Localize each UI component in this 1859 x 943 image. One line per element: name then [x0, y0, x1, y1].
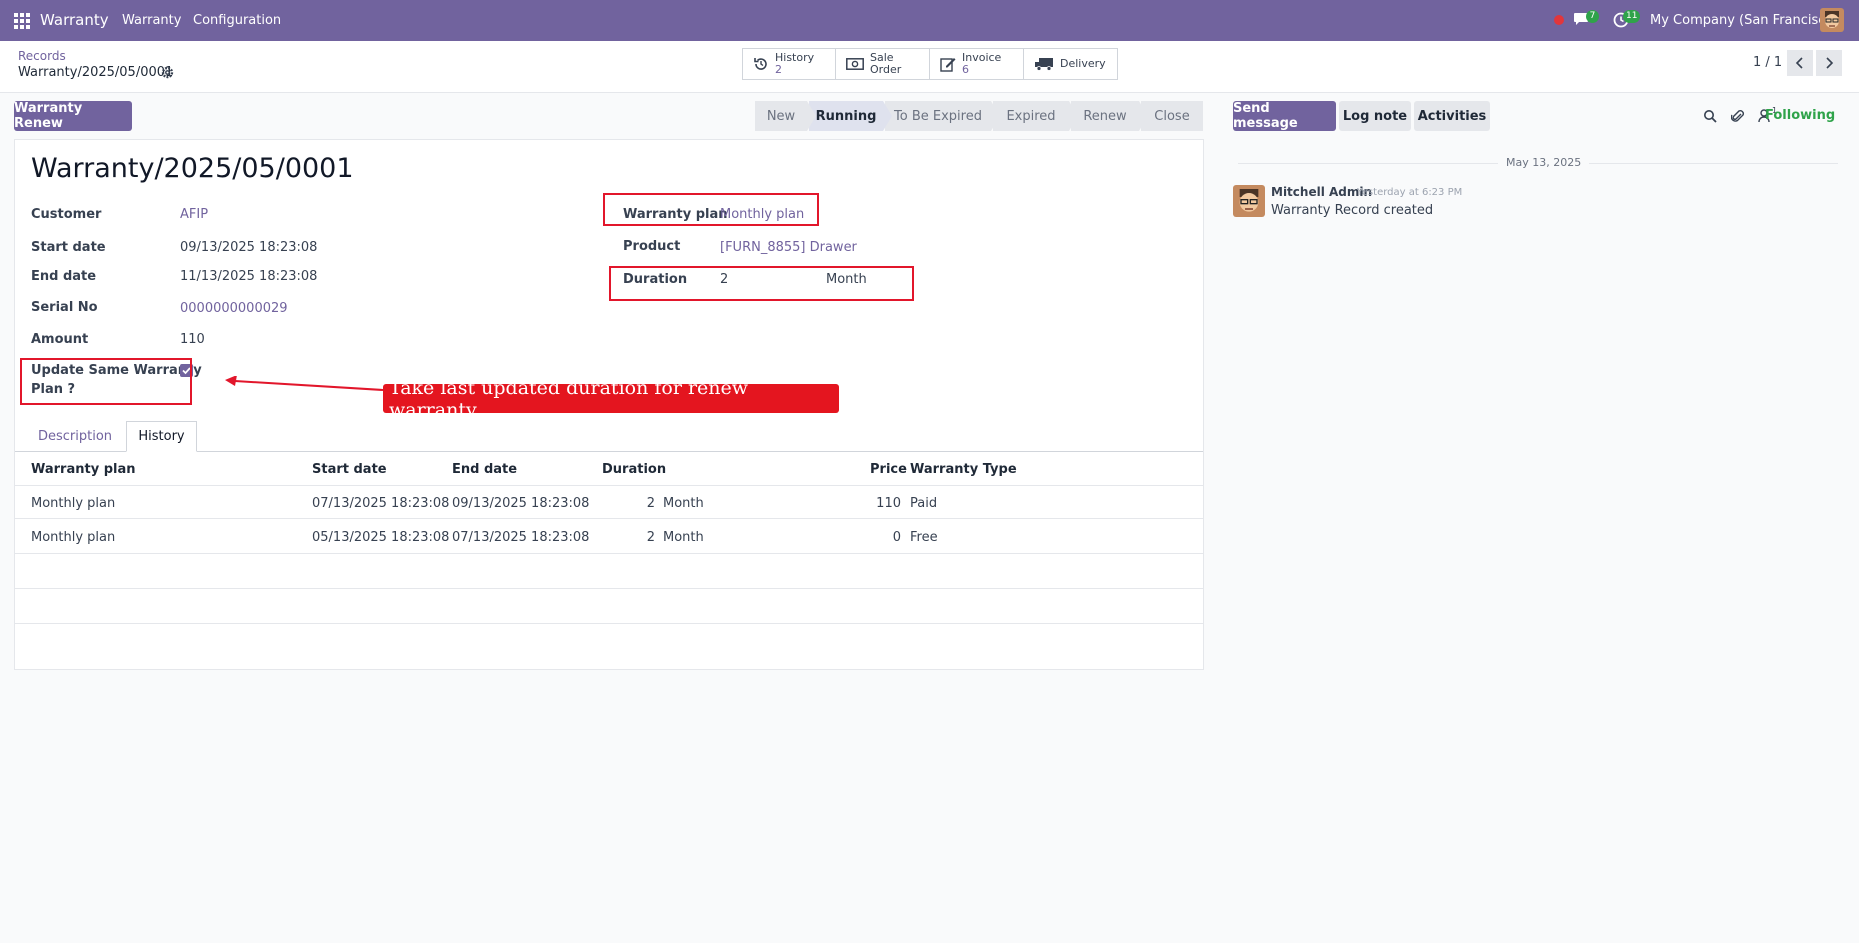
end-date-field[interactable]: 11/13/2025 18:23:08: [180, 269, 317, 284]
breadcrumb-records[interactable]: Records: [18, 49, 66, 63]
gear-icon[interactable]: [161, 66, 174, 79]
pager-next-button[interactable]: [1816, 50, 1842, 76]
chevron-right-icon: [1826, 57, 1834, 69]
log-note-button[interactable]: Log note: [1339, 101, 1411, 131]
tab-description[interactable]: Description: [31, 421, 119, 452]
smart-button-delivery[interactable]: Delivery: [1024, 49, 1117, 79]
status-dot-icon: [1554, 15, 1564, 25]
history-table-header: Warranty plan Start date End date Durati…: [15, 457, 1203, 485]
start-date-label: Start date: [31, 240, 106, 255]
annotation-callout: Take last updated duration for renew war…: [383, 377, 839, 421]
smart-button-value: 6: [962, 63, 969, 76]
customer-label: Customer: [31, 207, 102, 222]
paperclip-icon[interactable]: [1731, 109, 1745, 124]
table-row[interactable]: Monthly plan 05/13/2025 18:23:08 07/13/2…: [15, 520, 1203, 554]
stage-expired[interactable]: Expired: [993, 101, 1078, 131]
end-date-label: End date: [31, 269, 97, 284]
stage-running[interactable]: Running: [809, 101, 892, 131]
stage-to-be-expired[interactable]: To Be Expired: [885, 101, 1000, 131]
company-switcher[interactable]: My Company (San Francisco): [1650, 13, 1838, 28]
table-row-empty: [15, 555, 1203, 589]
cell-price: 110: [876, 496, 901, 511]
record-title: Warranty/2025/05/0001: [31, 153, 354, 184]
edit-icon: [940, 58, 956, 72]
stage-new[interactable]: New: [755, 101, 816, 131]
activity-badge: 11: [1623, 10, 1641, 23]
message-time: Yesterday at 6:23 PM: [1357, 187, 1463, 198]
control-panel: Records Warranty/2025/05/0001 History 2 S…: [0, 41, 1859, 93]
amount-label: Amount: [31, 332, 89, 347]
cell-end: 07/13/2025 18:23:08: [452, 530, 590, 545]
pager-counter[interactable]: 1 / 1: [1753, 55, 1782, 70]
product-field[interactable]: [FURN_8855] Drawer: [720, 240, 857, 255]
money-icon: [846, 58, 864, 70]
message-body: Warranty Record created: [1271, 203, 1434, 218]
cell-type: Paid: [910, 496, 938, 511]
cell-unit: Month: [663, 530, 704, 545]
status-bar: New Running To Be Expired Expired Renew …: [755, 101, 1205, 131]
column-start-date[interactable]: Start date: [312, 462, 387, 477]
table-row-empty: [15, 590, 1203, 624]
cell-end: 09/13/2025 18:23:08: [452, 496, 590, 511]
smart-button-label: Sale Order: [870, 51, 902, 76]
stage-renew[interactable]: Renew: [1071, 101, 1148, 131]
column-duration[interactable]: Duration: [602, 462, 666, 477]
cell-plan: Monthly plan: [31, 530, 116, 545]
history-icon: [754, 58, 767, 70]
chevron-left-icon: [1795, 57, 1803, 69]
column-end-date[interactable]: End date: [452, 462, 517, 477]
send-message-button[interactable]: Send message: [1233, 101, 1336, 131]
truck-icon: [1035, 58, 1053, 71]
following-button[interactable]: Following: [1765, 108, 1835, 123]
search-icon[interactable]: [1703, 109, 1717, 123]
breadcrumb-current: Warranty/2025/05/0001: [18, 65, 174, 80]
product-label: Product: [623, 239, 681, 254]
nav-link-configuration[interactable]: Configuration: [193, 13, 281, 28]
activities-button[interactable]: Activities: [1414, 101, 1490, 131]
chat-badge: 7: [1586, 10, 1599, 23]
highlight-warranty-plan: [603, 193, 819, 226]
smart-button-label: Delivery: [1060, 57, 1106, 70]
serial-no-field[interactable]: 0000000000029: [180, 301, 288, 316]
tab-history[interactable]: History: [126, 421, 197, 452]
smart-button-invoice[interactable]: Invoice 6: [930, 49, 1024, 79]
cell-price: 0: [892, 530, 901, 545]
cell-type: Free: [910, 530, 938, 545]
start-date-field[interactable]: 09/13/2025 18:23:08: [180, 240, 317, 255]
form-sheet: Warranty/2025/05/0001 Customer AFIP Star…: [14, 139, 1204, 670]
column-warranty-type[interactable]: Warranty Type: [910, 462, 1017, 477]
cell-duration: 2: [646, 496, 655, 511]
cell-duration: 2: [646, 530, 655, 545]
table-row[interactable]: Monthly plan 07/13/2025 18:23:08 09/13/2…: [15, 485, 1203, 519]
smart-button-value: 2: [775, 63, 782, 76]
cell-start: 07/13/2025 18:23:08: [312, 496, 450, 511]
pager-prev-button[interactable]: [1787, 50, 1813, 76]
notebook-tabs: Description History: [15, 421, 1203, 452]
smart-button-history[interactable]: History 2: [743, 49, 836, 79]
warranty-renew-button[interactable]: Warranty Renew: [14, 101, 132, 131]
amount-field[interactable]: 110: [180, 332, 205, 347]
highlight-update-plan: [20, 358, 192, 405]
nav-link-warranty[interactable]: Warranty: [122, 13, 181, 28]
smart-buttons: History 2 Sale Order Invoice 6 Delivery: [742, 48, 1118, 80]
column-warranty-plan[interactable]: Warranty plan: [31, 462, 136, 477]
customer-field[interactable]: AFIP: [180, 207, 208, 222]
apps-grid-icon[interactable]: [14, 13, 30, 29]
cell-start: 05/13/2025 18:23:08: [312, 530, 450, 545]
user-avatar[interactable]: [1820, 8, 1844, 32]
serial-no-label: Serial No: [31, 300, 98, 315]
highlight-duration: [609, 266, 914, 301]
cell-plan: Monthly plan: [31, 496, 116, 511]
app-brand[interactable]: Warranty: [40, 11, 109, 29]
smart-button-sale-order[interactable]: Sale Order: [836, 49, 930, 79]
cell-unit: Month: [663, 496, 704, 511]
column-price[interactable]: Price: [870, 462, 907, 477]
stage-close[interactable]: Close: [1141, 101, 1203, 131]
annotation-arrow-icon: [225, 376, 384, 391]
author-avatar[interactable]: [1233, 185, 1265, 217]
date-label: May 13, 2025: [1498, 156, 1590, 169]
top-navbar: Warranty Warranty Configuration 7 11 My …: [0, 0, 1859, 41]
